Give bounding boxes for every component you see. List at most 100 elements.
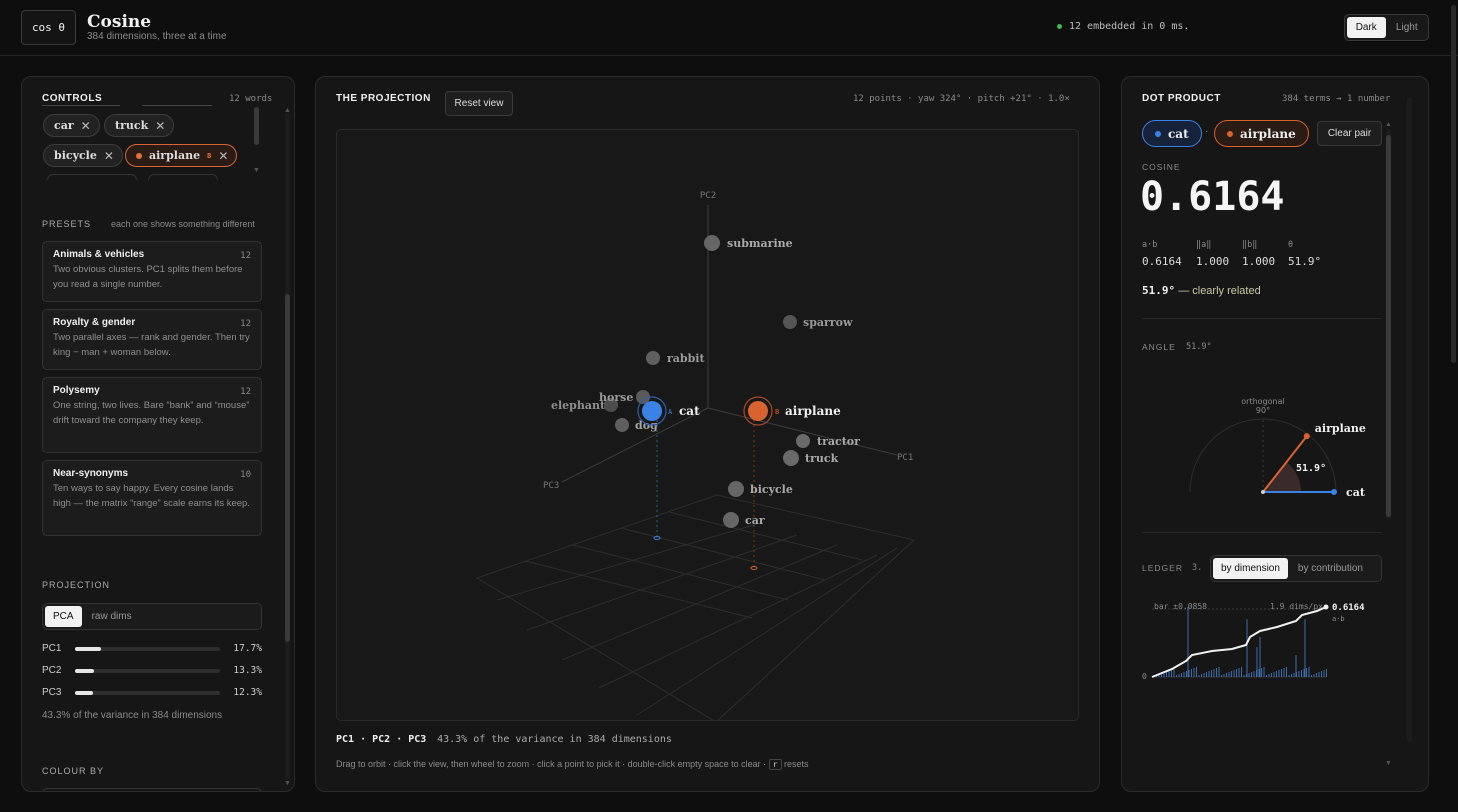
projection-viewport[interactable]: PC2 PC1 PC3 submarine sparrow rabbit ele… bbox=[336, 129, 1079, 721]
ledger-chart: bar ±0.0858 1.9 dims/px 0 0.6164 a·b bbox=[1142, 602, 1365, 681]
pair-b-dot-icon bbox=[136, 152, 142, 159]
pair-b-pill[interactable]: airplane bbox=[1214, 120, 1309, 147]
point-label: bicycle bbox=[750, 483, 793, 496]
point-marker[interactable] bbox=[783, 315, 797, 329]
mode-pca-button[interactable]: PCA bbox=[45, 606, 82, 627]
presets-note: each one shows something different bbox=[111, 219, 255, 229]
colour-by-toggle[interactable] bbox=[42, 788, 262, 791]
grid-line bbox=[561, 544, 838, 661]
scroll-up-icon[interactable]: ▲ bbox=[284, 107, 291, 114]
ledger-by-dimension-button[interactable]: by dimension bbox=[1213, 558, 1288, 579]
chip-car[interactable]: car ✕ bbox=[43, 114, 100, 137]
point-submarine[interactable]: submarine bbox=[704, 235, 793, 251]
controls-underline bbox=[42, 105, 120, 106]
axis-label-pc3: PC3 bbox=[543, 481, 559, 491]
point-marker[interactable] bbox=[783, 450, 799, 466]
chips-scroll-down-icon[interactable]: ▼ bbox=[253, 167, 260, 174]
point-bicycle[interactable]: bicycle bbox=[728, 481, 793, 497]
scroll-up-icon[interactable]: ▲ bbox=[1385, 121, 1392, 128]
point-marker[interactable] bbox=[796, 434, 810, 448]
chip-label: car bbox=[54, 119, 74, 132]
presets-title: PRESETS bbox=[42, 219, 92, 229]
reset-view-button[interactable]: Reset view bbox=[445, 91, 513, 116]
remove-icon[interactable]: ✕ bbox=[155, 119, 165, 133]
point-truck[interactable]: truck bbox=[783, 450, 839, 466]
point-car[interactable]: car bbox=[723, 512, 765, 528]
cosine-label: COSINE bbox=[1142, 162, 1181, 172]
chip-bicycle[interactable]: bicycle ✕ bbox=[43, 144, 123, 167]
angle-diagram: orthogonal 90° airplane cat 51.9° bbox=[1189, 397, 1366, 499]
angle-header-value: 51.9° bbox=[1186, 342, 1212, 352]
point-sparrow[interactable]: sparrow bbox=[783, 315, 853, 329]
projection-title: THE PROJECTION bbox=[336, 93, 431, 104]
angle-title: ANGLE bbox=[1142, 342, 1176, 352]
preset-count: 10 bbox=[240, 470, 251, 480]
point-marker[interactable] bbox=[642, 401, 662, 421]
chips-scroll-thumb[interactable] bbox=[254, 107, 259, 145]
pair-a-pill[interactable]: cat bbox=[1142, 120, 1202, 147]
remove-icon[interactable]: ✕ bbox=[218, 149, 228, 163]
ledger-title: LEDGER bbox=[1142, 563, 1183, 573]
theme-light-button[interactable]: Light bbox=[1388, 17, 1427, 38]
point-horse[interactable]: horse bbox=[599, 390, 650, 404]
chip-truck[interactable]: truck ✕ bbox=[104, 114, 175, 137]
mode-raw-dims-button[interactable]: raw dims bbox=[84, 606, 140, 627]
embed-status: 12 embedded in 0 ms. bbox=[1057, 21, 1189, 32]
word-count: 12 words bbox=[229, 94, 273, 104]
point-label: submarine bbox=[727, 237, 793, 250]
preset-title: Polysemy bbox=[53, 385, 100, 396]
page-scrollbar[interactable] bbox=[1451, 5, 1456, 363]
preset-desc: One string, two lives. Bare “bank” and “… bbox=[53, 400, 250, 426]
ledger-zero-label: 0 bbox=[1142, 672, 1147, 681]
remove-icon[interactable]: ✕ bbox=[81, 119, 91, 133]
preset-count: 12 bbox=[240, 387, 251, 397]
pc3-row: PC3 12.3% bbox=[42, 687, 262, 699]
ledger-end-label: a·b bbox=[1332, 615, 1345, 623]
point-tag: B bbox=[775, 408, 779, 416]
dot-scroll-thumb[interactable] bbox=[1386, 135, 1391, 517]
pc-value: 17.7% bbox=[233, 643, 262, 654]
preset-royalty-gender[interactable]: Royalty & gender 12 Two parallel axes — … bbox=[42, 309, 262, 370]
remove-icon[interactable]: ✕ bbox=[104, 149, 114, 163]
point-marker[interactable] bbox=[728, 481, 744, 497]
scroll-down-icon[interactable]: ▼ bbox=[284, 780, 291, 787]
point-marker[interactable] bbox=[748, 401, 768, 421]
hint-end: resets bbox=[784, 759, 809, 769]
point-rabbit[interactable]: rabbit bbox=[646, 351, 705, 365]
chip-label: bicycle bbox=[54, 149, 97, 162]
pair-separator: · bbox=[1205, 126, 1209, 137]
grid-line bbox=[496, 523, 758, 601]
variance-note: 43.3% of the variance in 384 dimensions bbox=[42, 710, 223, 721]
projection-svg[interactable]: PC2 PC1 PC3 submarine sparrow rabbit ele… bbox=[337, 130, 1079, 721]
point-label: sparrow bbox=[803, 316, 853, 329]
point-tractor[interactable]: tractor bbox=[796, 434, 860, 448]
clear-pair-button[interactable]: Clear pair bbox=[1317, 121, 1382, 146]
preset-title: Animals & vehicles bbox=[53, 249, 145, 260]
point-marker[interactable] bbox=[646, 351, 660, 365]
controls-scroll-thumb[interactable] bbox=[285, 294, 290, 642]
app-title: Cosine bbox=[87, 12, 152, 32]
point-airplane[interactable]: B airplane bbox=[743, 396, 841, 426]
floor-outline bbox=[475, 494, 916, 720]
dot-product-panel: DOT PRODUCT 384 terms → 1 number cat · a… bbox=[1121, 76, 1429, 792]
vector-a-tip bbox=[1331, 489, 1337, 495]
projection-section-title: PROJECTION bbox=[42, 580, 111, 590]
preset-animals-vehicles[interactable]: Animals & vehicles 12 Two obvious cluste… bbox=[42, 241, 262, 302]
chip-airplane[interactable]: airplane B ✕ bbox=[125, 144, 238, 167]
divider bbox=[1142, 532, 1382, 533]
scroll-down-icon[interactable]: ▼ bbox=[1385, 760, 1392, 767]
ledger-by-contribution-button[interactable]: by contribution bbox=[1290, 558, 1371, 579]
right-outer-scrollbar[interactable] bbox=[1407, 97, 1412, 742]
divider bbox=[1142, 318, 1382, 319]
pair-a-label: cat bbox=[1168, 126, 1189, 141]
preset-polysemy[interactable]: Polysemy 12 One string, two lives. Bare … bbox=[42, 377, 262, 453]
stat-head-norm-b: ‖b‖ bbox=[1242, 240, 1258, 250]
grid-line bbox=[598, 554, 878, 689]
status-dot-icon bbox=[1057, 24, 1062, 29]
point-marker[interactable] bbox=[704, 235, 720, 251]
preset-near-synonyms[interactable]: Near-synonyms 10 Ten ways to say happy. … bbox=[42, 460, 262, 536]
point-marker[interactable] bbox=[615, 418, 629, 432]
app-subtitle: 384 dimensions, three at a time bbox=[87, 31, 227, 42]
theme-dark-button[interactable]: Dark bbox=[1347, 17, 1386, 38]
point-marker[interactable] bbox=[723, 512, 739, 528]
